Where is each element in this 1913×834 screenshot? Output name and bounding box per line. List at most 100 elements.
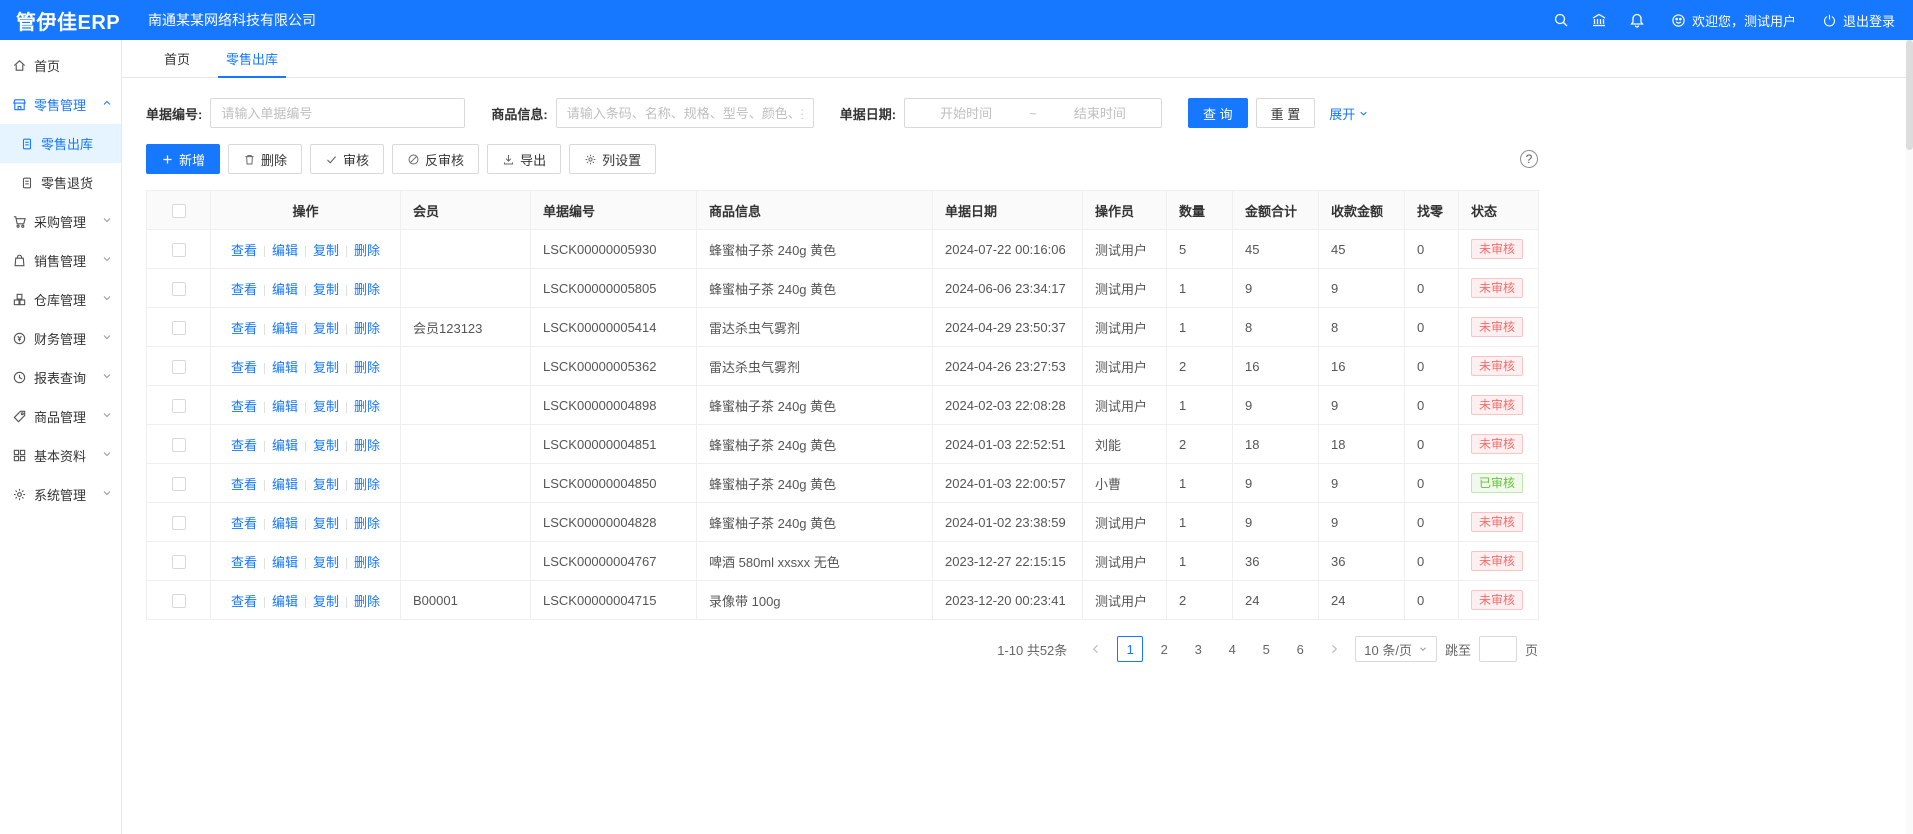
help-icon[interactable]: ? (1520, 150, 1538, 168)
page-size-select[interactable]: 10 条/页 (1355, 636, 1437, 662)
sidebar-item-home[interactable]: 首页 (0, 46, 121, 85)
copy-link[interactable]: 复制 (313, 555, 339, 570)
sidebar-item-retail-outbound[interactable]: 零售出库 (0, 124, 121, 163)
logout-button[interactable]: 退出登录 (1822, 11, 1895, 30)
export-button[interactable]: 导出 (487, 144, 561, 174)
edit-link[interactable]: 编辑 (272, 243, 298, 258)
scrollbar-thumb[interactable] (1906, 40, 1913, 150)
view-link[interactable]: 查看 (231, 321, 257, 336)
reset-button[interactable]: 重 置 (1256, 98, 1316, 128)
tab-home[interactable]: 首页 (146, 40, 208, 77)
enterprise-icon[interactable] (1591, 12, 1607, 28)
date-range-picker[interactable]: ~ (904, 98, 1162, 128)
copy-link[interactable]: 复制 (313, 516, 339, 531)
delete-link[interactable]: 删除 (354, 438, 380, 453)
copy-link[interactable]: 复制 (313, 477, 339, 492)
delete-link[interactable]: 删除 (354, 516, 380, 531)
row-checkbox[interactable] (172, 399, 186, 413)
qty-cell: 1 (1167, 464, 1233, 503)
received-cell: 16 (1319, 347, 1405, 386)
page-button-2[interactable]: 2 (1151, 636, 1177, 662)
page-button-5[interactable]: 5 (1253, 636, 1279, 662)
welcome-user[interactable]: 欢迎您，测试用户 (1671, 11, 1796, 30)
page-button-1[interactable]: 1 (1117, 636, 1143, 662)
add-button[interactable]: 新增 (146, 144, 220, 174)
product-info-input[interactable] (556, 98, 814, 128)
delete-link[interactable]: 删除 (354, 243, 380, 258)
edit-link[interactable]: 编辑 (272, 594, 298, 609)
row-checkbox[interactable] (172, 477, 186, 491)
copy-link[interactable]: 复制 (313, 594, 339, 609)
copy-link[interactable]: 复制 (313, 360, 339, 375)
delete-link[interactable]: 删除 (354, 399, 380, 414)
copy-link[interactable]: 复制 (313, 321, 339, 336)
row-checkbox[interactable] (172, 438, 186, 452)
delete-link[interactable]: 删除 (354, 321, 380, 336)
edit-link[interactable]: 编辑 (272, 438, 298, 453)
view-link[interactable]: 查看 (231, 438, 257, 453)
edit-link[interactable]: 编辑 (272, 399, 298, 414)
copy-link[interactable]: 复制 (313, 243, 339, 258)
sidebar-item-goods[interactable]: 商品管理 (0, 397, 121, 436)
sidebar-item-retail-return[interactable]: 零售退货 (0, 163, 121, 202)
delete-link[interactable]: 删除 (354, 594, 380, 609)
jump-page-input[interactable] (1479, 636, 1517, 662)
notification-bell-icon[interactable] (1629, 12, 1645, 28)
sidebar-item-purchase[interactable]: 采购管理 (0, 202, 121, 241)
search-button[interactable]: 查 询 (1188, 98, 1248, 128)
select-all-checkbox[interactable] (172, 204, 186, 218)
date-start-input[interactable] (905, 106, 1027, 121)
view-link[interactable]: 查看 (231, 555, 257, 570)
edit-link[interactable]: 编辑 (272, 360, 298, 375)
sidebar-item-sales[interactable]: 销售管理 (0, 241, 121, 280)
expand-link[interactable]: 展开 (1329, 104, 1369, 123)
bill-no-input[interactable] (210, 98, 465, 128)
page-button-6[interactable]: 6 (1287, 636, 1313, 662)
view-link[interactable]: 查看 (231, 360, 257, 375)
page-button-4[interactable]: 4 (1219, 636, 1245, 662)
search-icon[interactable] (1553, 12, 1569, 28)
delete-link[interactable]: 删除 (354, 555, 380, 570)
view-link[interactable]: 查看 (231, 594, 257, 609)
copy-link[interactable]: 复制 (313, 282, 339, 297)
vertical-scrollbar[interactable] (1906, 40, 1913, 834)
sidebar-item-warehouse[interactable]: 仓库管理 (0, 280, 121, 319)
delete-link[interactable]: 删除 (354, 282, 380, 297)
delete-link[interactable]: 删除 (354, 360, 380, 375)
edit-link[interactable]: 编辑 (272, 516, 298, 531)
row-checkbox[interactable] (172, 360, 186, 374)
row-checkbox[interactable] (172, 594, 186, 608)
edit-link[interactable]: 编辑 (272, 477, 298, 492)
unaudit-button[interactable]: 反审核 (392, 144, 479, 174)
edit-link[interactable]: 编辑 (272, 282, 298, 297)
delete-button[interactable]: 删除 (228, 144, 302, 174)
tab-retail-outbound[interactable]: 零售出库 (208, 40, 296, 77)
view-link[interactable]: 查看 (231, 516, 257, 531)
row-checkbox[interactable] (172, 516, 186, 530)
row-checkbox[interactable] (172, 555, 186, 569)
view-link[interactable]: 查看 (231, 243, 257, 258)
row-checkbox[interactable] (172, 282, 186, 296)
page-button-3[interactable]: 3 (1185, 636, 1211, 662)
sidebar-item-system[interactable]: 系统管理 (0, 475, 121, 514)
audit-button[interactable]: 审核 (310, 144, 384, 174)
column-settings-button[interactable]: 列设置 (569, 144, 656, 174)
date-end-input[interactable] (1039, 106, 1161, 121)
sidebar-item-reports[interactable]: 报表查询 (0, 358, 121, 397)
view-link[interactable]: 查看 (231, 399, 257, 414)
sidebar-item-basic-data[interactable]: 基本资料 (0, 436, 121, 475)
edit-link[interactable]: 编辑 (272, 321, 298, 336)
prev-page-icon[interactable] (1083, 636, 1109, 662)
edit-link[interactable]: 编辑 (272, 555, 298, 570)
sidebar-item-finance[interactable]: 财务管理 (0, 319, 121, 358)
bill-no-cell: LSCK00000004850 (531, 464, 697, 503)
view-link[interactable]: 查看 (231, 282, 257, 297)
next-page-icon[interactable] (1321, 636, 1347, 662)
view-link[interactable]: 查看 (231, 477, 257, 492)
copy-link[interactable]: 复制 (313, 399, 339, 414)
sidebar-item-retail[interactable]: 零售管理 (0, 85, 121, 124)
copy-link[interactable]: 复制 (313, 438, 339, 453)
row-checkbox[interactable] (172, 321, 186, 335)
delete-link[interactable]: 删除 (354, 477, 380, 492)
row-checkbox[interactable] (172, 243, 186, 257)
